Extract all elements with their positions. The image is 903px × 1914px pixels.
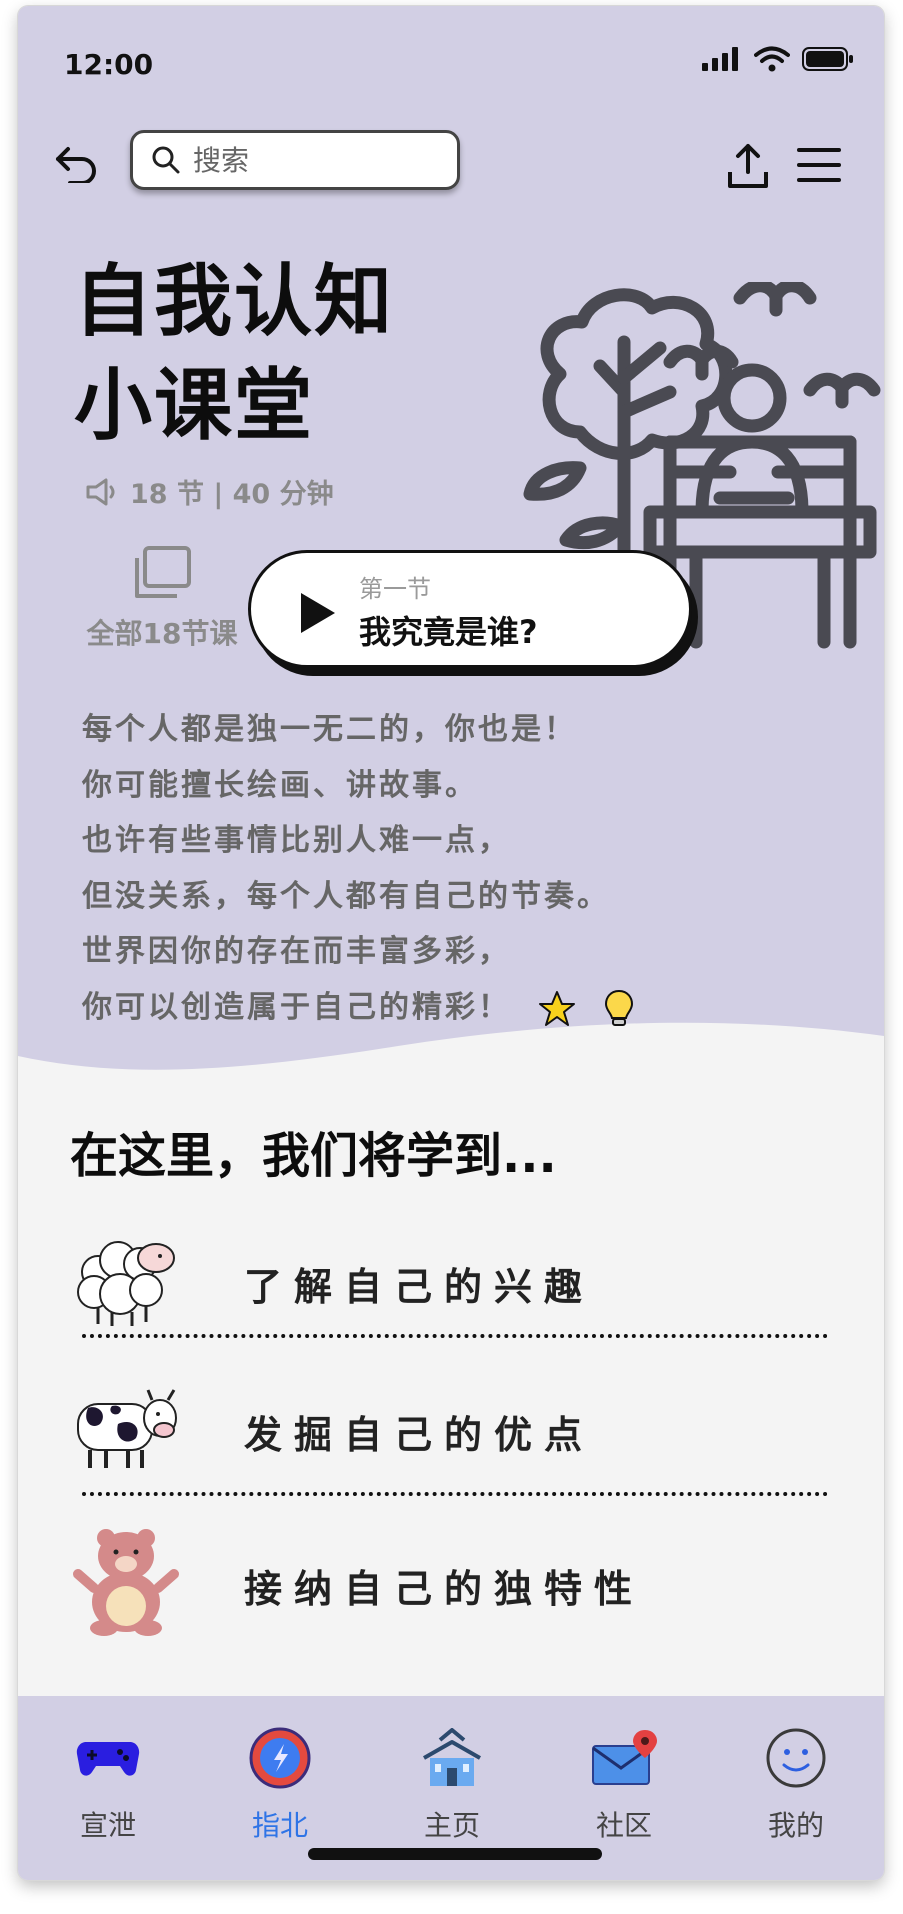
nav-item-profile[interactable]: 我的 <box>736 1720 856 1844</box>
course-meta-text: 18 节 | 40 分钟 <box>130 479 334 510</box>
status-time: 12:00 <box>64 48 154 81</box>
course-meta: 18 节 | 40 分钟 <box>84 472 334 511</box>
learn-item-label: 了解自己的兴趣 <box>244 1265 595 1309</box>
poem-line: 你可能擅长绘画、讲故事。 <box>82 767 478 803</box>
nav-label: 社区 <box>595 1809 652 1842</box>
poem-line-last: 你可以创造属于自己的精彩！ <box>82 980 634 1036</box>
nav-label: 指北 <box>251 1809 308 1842</box>
back-button[interactable] <box>50 136 104 190</box>
school-icon <box>423 1728 481 1786</box>
sheep-icon <box>77 1241 175 1326</box>
learn-item-label: 接纳自己的独特性 <box>244 1567 645 1611</box>
all-lessons-label: 全部18节课 <box>86 617 238 650</box>
poem-line: 世界因你的存在而丰富多彩， <box>82 934 511 969</box>
share-button[interactable] <box>722 138 774 194</box>
current-lesson-title: 我究竟是谁? <box>359 613 538 651</box>
learn-item[interactable]: 了解自己的兴趣 <box>68 1220 834 1350</box>
nav-label: 宣泄 <box>79 1809 136 1842</box>
nav-label: 主页 <box>423 1809 480 1842</box>
hamburger-menu-icon <box>797 148 841 182</box>
nav-label: 我的 <box>767 1809 824 1842</box>
compass-icon <box>249 1727 311 1789</box>
divider <box>82 1334 828 1338</box>
signal-icon <box>702 47 738 71</box>
learn-item[interactable]: 发掘自己的优点 <box>68 1368 834 1498</box>
smiley-icon <box>766 1728 826 1788</box>
home-indicator[interactable] <box>308 1848 602 1860</box>
page-title: 自我认知 小课堂 <box>74 250 394 458</box>
learn-section-heading: 在这里，我们将学到... <box>70 1128 557 1184</box>
wifi-icon <box>754 46 790 72</box>
star-icon <box>539 990 576 1026</box>
poem-line: 但没关系，每个人都有自己的节奏。 <box>82 878 610 914</box>
poem-line: 每个人都是独一无二的，你也是！ <box>82 712 577 747</box>
poem-line: 也许有些事情比别人难一点， <box>82 823 511 858</box>
search-input[interactable] <box>191 142 435 178</box>
mail-icon <box>592 1730 657 1785</box>
nav-item-home[interactable]: 主页 <box>392 1720 512 1844</box>
status-icons <box>702 46 854 72</box>
play-icon <box>301 593 335 633</box>
learn-item-label: 发掘自己的优点 <box>244 1413 595 1457</box>
title-line-2: 小课堂 <box>74 361 315 451</box>
menu-button[interactable] <box>794 142 844 188</box>
bear-icon <box>73 1529 179 1636</box>
play-lesson-button[interactable]: 第一节 我究竟是谁? <box>248 550 692 668</box>
search-bar[interactable] <box>130 130 460 190</box>
folder-stack-icon <box>135 546 191 598</box>
speaker-icon <box>86 478 115 505</box>
poem-line: 你可以创造属于自己的精彩！ <box>82 989 511 1025</box>
intro-poem: 每个人都是独一无二的，你也是！ 你可能擅长绘画、讲故事。 也许有些事情比别人难一… <box>82 702 634 1035</box>
nav-item-vent[interactable]: 宣泄 <box>48 1720 168 1844</box>
divider <box>82 1492 828 1496</box>
undo-arrow-icon <box>56 147 96 183</box>
lightbulb-icon <box>604 989 633 1026</box>
nav-item-community[interactable]: 社区 <box>564 1720 684 1844</box>
share-upload-icon <box>728 144 768 188</box>
learn-item[interactable]: 接纳自己的独特性 <box>68 1522 834 1652</box>
phone-screen: 12:00 搜索 自我认知 小课堂 18 节 | 40 分钟 全部18节课 第一… <box>18 6 884 1880</box>
battery-icon <box>802 47 853 71</box>
title-line-1: 自我认知 <box>74 257 395 347</box>
gamepad-icon <box>76 1742 140 1776</box>
nav-item-guide[interactable]: 指北 <box>220 1720 340 1844</box>
current-lesson-label: 第一节 <box>359 575 431 603</box>
cow-icon <box>77 1389 177 1468</box>
all-lessons-button[interactable]: 全部18节课 <box>82 546 242 652</box>
search-icon <box>152 146 180 174</box>
